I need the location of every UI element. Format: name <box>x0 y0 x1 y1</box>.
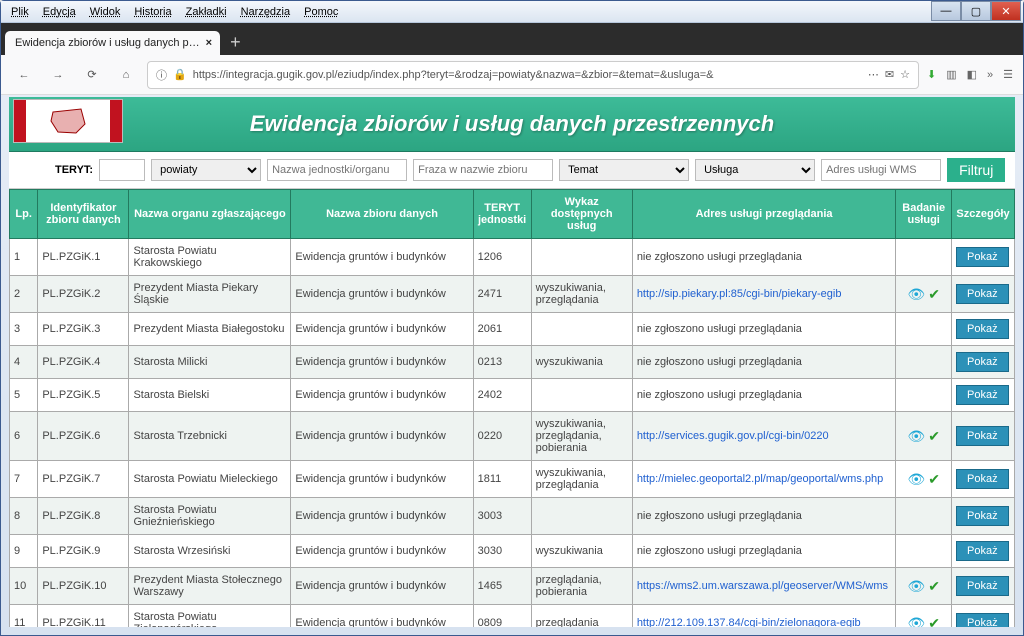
table-row: 10PL.PZGiK.10Prezydent Miasta Stołeczneg… <box>10 568 1015 605</box>
menu-plik[interactable]: Plik <box>5 4 35 20</box>
pokaz-button[interactable]: Pokaż <box>956 385 1009 405</box>
lock-icon: 🔒 <box>173 68 187 81</box>
menu-widok[interactable]: Widok <box>84 4 127 20</box>
os-menubar: PlikEdycjaWidokHistoriaZakładkiNarzędzia… <box>1 1 1023 23</box>
eye-icon[interactable]: 👁 <box>907 471 925 487</box>
browser-tabbar: Ewidencja zbiorów i usług danych p… × + <box>1 23 1023 55</box>
service-link[interactable]: https://wms2.um.warszawa.pl/geoserver/WM… <box>637 580 888 592</box>
service-link[interactable]: http://services.gugik.gov.pl/cgi-bin/022… <box>637 430 829 442</box>
browser-tab[interactable]: Ewidencja zbiorów i usług danych p… × <box>5 31 220 55</box>
pokaz-button[interactable]: Pokaż <box>956 426 1009 446</box>
menu-narzędzia[interactable]: Narzędzia <box>235 4 297 20</box>
forward-button[interactable]: → <box>45 62 71 88</box>
table-row: 7PL.PZGiK.7Starosta Powiatu MieleckiegoE… <box>10 461 1015 498</box>
pokaz-button[interactable]: Pokaż <box>956 506 1009 526</box>
gugik-logo <box>13 99 123 143</box>
home-button[interactable]: ⌂ <box>113 62 139 88</box>
adres-input[interactable] <box>821 159 941 181</box>
download-icon[interactable]: ⬇ <box>927 68 936 81</box>
col-header: Szczegóły <box>952 190 1015 239</box>
url-text: https://integracja.gugik.gov.pl/eziudp/i… <box>193 69 862 81</box>
table-row: 8PL.PZGiK.8Starosta Powiatu Gnieźnieński… <box>10 498 1015 535</box>
table-row: 6PL.PZGiK.6Starosta TrzebnickiEwidencja … <box>10 412 1015 461</box>
pokaz-button[interactable]: Pokaż <box>956 541 1009 561</box>
pokaz-button[interactable]: Pokaż <box>956 247 1009 267</box>
col-header: Badanie usługi <box>896 190 952 239</box>
table-row: 5PL.PZGiK.5Starosta BielskiEwidencja gru… <box>10 379 1015 412</box>
check-icon: ✔ <box>928 428 940 444</box>
reader-icon[interactable]: ✉ <box>885 68 894 81</box>
bookmark-icon[interactable]: ☆ <box>900 68 910 81</box>
table-row: 2PL.PZGiK.2Prezydent Miasta Piekary Śląs… <box>10 276 1015 313</box>
library-icon[interactable]: ▥ <box>946 68 956 81</box>
overflow-icon[interactable]: » <box>987 69 993 81</box>
eye-icon[interactable]: 👁 <box>907 428 925 444</box>
new-tab-button[interactable]: + <box>220 30 251 55</box>
close-button[interactable]: ✕ <box>991 1 1021 21</box>
url-input[interactable]: ⓘ 🔒 https://integracja.gugik.gov.pl/eziu… <box>147 61 919 89</box>
more-icon[interactable]: ⋯ <box>868 68 879 81</box>
nazwa-input[interactable] <box>267 159 407 181</box>
teryt-label: TERYT: <box>55 164 93 176</box>
shield-icon: ⓘ <box>156 67 167 83</box>
table-row: 1PL.PZGiK.1Starosta Powiatu Krakowskiego… <box>10 239 1015 276</box>
pokaz-button[interactable]: Pokaż <box>956 576 1009 596</box>
browser-urlbar: ← → ⟳ ⌂ ⓘ 🔒 https://integracja.gugik.gov… <box>1 55 1023 95</box>
col-header: TERYT jednostki <box>473 190 531 239</box>
col-header: Adres usługi przeglądania <box>632 190 896 239</box>
minimize-button[interactable]: — <box>931 1 961 21</box>
window-controls: — ▢ ✕ <box>931 1 1021 21</box>
sidebar-icon[interactable]: ◧ <box>967 68 977 81</box>
browser-window: PlikEdycjaWidokHistoriaZakładkiNarzędzia… <box>0 0 1024 636</box>
usluga-select[interactable]: Usługa <box>695 159 815 181</box>
eye-icon[interactable]: 👁 <box>907 286 925 302</box>
pokaz-button[interactable]: Pokaż <box>956 469 1009 489</box>
col-header: Nazwa organu zgłaszającego <box>129 190 291 239</box>
temat-select[interactable]: Temat <box>559 159 689 181</box>
menu-pomoc[interactable]: Pomoc <box>298 4 344 20</box>
reload-button[interactable]: ⟳ <box>79 62 105 88</box>
pokaz-button[interactable]: Pokaż <box>956 613 1009 627</box>
menu-zakładki[interactable]: Zakładki <box>180 4 233 20</box>
zbior-input[interactable] <box>413 159 553 181</box>
menu-historia[interactable]: Historia <box>128 4 177 20</box>
page-title: Ewidencja zbiorów i usług danych przestr… <box>250 111 774 136</box>
data-table: Lp.Identyfikator zbioru danychNazwa orga… <box>9 189 1015 627</box>
eye-icon[interactable]: 👁 <box>907 578 925 594</box>
table-row: 11PL.PZGiK.11Starosta Powiatu Zielonogór… <box>10 605 1015 628</box>
rodzaj-select[interactable]: powiaty <box>151 159 261 181</box>
page-header: Ewidencja zbiorów i usług danych przestr… <box>9 97 1015 152</box>
maximize-button[interactable]: ▢ <box>961 1 991 21</box>
tab-close-icon[interactable]: × <box>206 37 212 49</box>
pokaz-button[interactable]: Pokaż <box>956 319 1009 339</box>
pokaz-button[interactable]: Pokaż <box>956 284 1009 304</box>
eye-icon[interactable]: 👁 <box>907 615 925 628</box>
back-button[interactable]: ← <box>11 62 37 88</box>
filtruj-button[interactable]: Filtruj <box>947 158 1005 182</box>
check-icon: ✔ <box>928 471 940 487</box>
table-row: 9PL.PZGiK.9Starosta WrzesińskiEwidencja … <box>10 535 1015 568</box>
service-link[interactable]: http://212.109.137.84/cgi-bin/zielonagor… <box>637 617 861 627</box>
menu-edycja[interactable]: Edycja <box>37 4 82 20</box>
check-icon: ✔ <box>928 615 940 628</box>
col-header: Wykaz dostępnych usług <box>531 190 632 239</box>
service-link[interactable]: http://mielec.geoportal2.pl/map/geoporta… <box>637 473 883 485</box>
toolbar-right: ⬇ ▥ ◧ » ☰ <box>927 68 1013 81</box>
check-icon: ✔ <box>928 286 940 302</box>
service-link[interactable]: http://sip.piekary.pl:85/cgi-bin/piekary… <box>637 288 842 300</box>
page-content: Ewidencja zbiorów i usług danych przestr… <box>9 97 1015 627</box>
table-row: 4PL.PZGiK.4Starosta MilickiEwidencja gru… <box>10 346 1015 379</box>
col-header: Lp. <box>10 190 38 239</box>
table-row: 3PL.PZGiK.3Prezydent Miasta Białegostoku… <box>10 313 1015 346</box>
pokaz-button[interactable]: Pokaż <box>956 352 1009 372</box>
filter-bar: TERYT: powiaty Temat Usługa Filtruj <box>9 152 1015 189</box>
poland-map-icon <box>48 106 88 136</box>
col-header: Identyfikator zbioru danych <box>38 190 129 239</box>
menu-icon[interactable]: ☰ <box>1003 68 1013 81</box>
teryt-input[interactable] <box>99 159 145 181</box>
tab-title: Ewidencja zbiorów i usług danych p… <box>15 37 200 49</box>
check-icon: ✔ <box>928 578 940 594</box>
col-header: Nazwa zbioru danych <box>291 190 473 239</box>
